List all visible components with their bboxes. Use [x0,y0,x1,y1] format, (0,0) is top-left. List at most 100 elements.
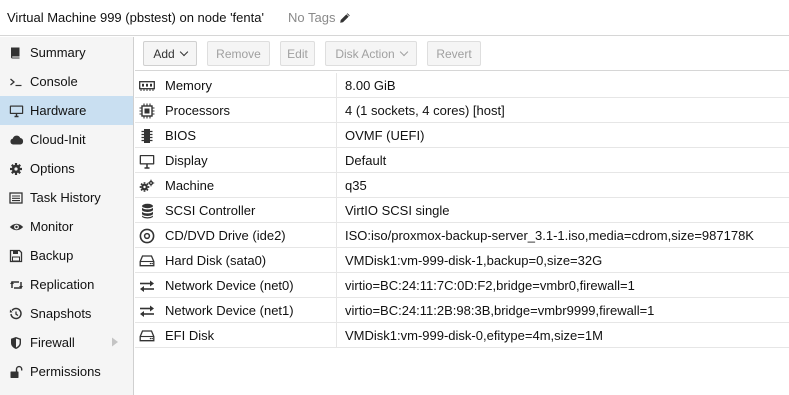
history-icon [8,306,24,322]
sidebar-item-snapshots[interactable]: Snapshots [0,299,133,328]
gear-icon [8,161,24,177]
sidebar-item-label: Permissions [30,364,101,379]
tags-editor[interactable]: No Tags [288,10,351,25]
eye-icon [8,219,24,235]
table-row[interactable]: Network Device (net1) virtio=BC:24:11:2B… [135,298,789,323]
column-divider [336,173,337,198]
hardware-value: 8.00 GiB [345,78,396,93]
column-divider [336,273,337,298]
hardware-name: Network Device (net1) [165,303,294,318]
desktop-icon [139,153,155,169]
hardware-name: Memory [165,78,212,93]
exchange-icon [139,303,155,319]
revert-button[interactable]: Revert [427,41,481,66]
sidebar-item-hardware[interactable]: Hardware [0,96,133,125]
sidebar-item-console[interactable]: Console [0,67,133,96]
hardware-panel: Add Remove Edit Disk Action Revert Memor… [135,37,789,395]
table-row[interactable]: Network Device (net0) virtio=BC:24:11:7C… [135,273,789,298]
panel-header: Virtual Machine 999 (pbstest) on node 'f… [0,0,789,36]
sidebar-item-label: Monitor [30,219,74,234]
chevron-down-icon [399,47,408,57]
disk-action-button[interactable]: Disk Action [325,41,417,66]
cloud-icon [8,132,24,148]
sidebar-item-label: Console [30,74,78,89]
list-icon [8,190,24,206]
hdd-icon [139,253,155,269]
hardware-value: VirtIO SCSI single [345,203,450,218]
sidebar-item-options[interactable]: Options [0,154,133,183]
hardware-name: BIOS [165,128,197,143]
database-icon [139,203,155,219]
sidebar-item-label: Firewall [30,335,75,350]
hardware-value: Default [345,153,387,168]
column-divider [336,98,337,123]
sidebar-item-label: Cloud-Init [30,132,86,147]
column-divider [336,298,337,323]
table-row[interactable]: Memory 8.00 GiB [135,73,789,98]
edit-button-label: Edit [287,46,308,61]
sidebar-item-label: Hardware [30,103,87,118]
column-divider [336,323,337,348]
revert-button-label: Revert [436,46,472,61]
hardware-name: Display [165,153,208,168]
remove-button-label: Remove [216,46,261,61]
sidebar-item-label: Backup [30,248,74,263]
table-row[interactable]: Display Default [135,148,789,173]
chevron-down-icon [179,47,188,57]
sidebar-item-label: Options [30,161,75,176]
hdd-icon [139,328,155,344]
table-row[interactable]: SCSI Controller VirtIO SCSI single [135,198,789,223]
column-divider [336,148,337,173]
tags-label: No Tags [288,10,336,25]
sidebar-item-label: Snapshots [30,306,92,321]
sidebar-item-cloud-init[interactable]: Cloud-Init [0,125,133,154]
hardware-name: Machine [165,178,215,193]
exchange-icon [139,278,155,294]
hardware-value: VMDisk1:vm-999-disk-0,efitype=4m,size=1M [345,328,603,343]
hardware-name: Network Device (net0) [165,278,294,293]
page-title: Virtual Machine 999 (pbstest) on node 'f… [7,10,264,25]
cpu-icon [139,103,155,119]
column-divider [336,223,337,248]
sidebar-item-backup[interactable]: Backup [0,241,133,270]
sidebar-item-monitor[interactable]: Monitor [0,212,133,241]
hardware-value: OVMF (UEFI) [345,128,425,143]
sidebar-item-task-history[interactable]: Task History [0,183,133,212]
pencil-icon[interactable] [339,12,351,24]
remove-button[interactable]: Remove [207,41,270,66]
table-row[interactable]: Machine q35 [135,173,789,198]
sidebar-item-replication[interactable]: Replication [0,270,133,299]
hardware-name: Hard Disk (sata0) [165,253,267,268]
column-divider [336,198,337,223]
cdrom-icon [139,228,155,244]
monitor-icon [8,103,24,119]
unlock-icon [8,364,24,380]
sidebar-item-label: Summary [30,45,86,60]
add-button[interactable]: Add [143,41,197,66]
hardware-value: VMDisk1:vm-999-disk-1,backup=0,size=32G [345,253,603,268]
hardware-value: virtio=BC:24:11:7C:0D:F2,bridge=vmbr0,fi… [345,278,635,293]
table-row[interactable]: CD/DVD Drive (ide2) ISO:iso/proxmox-back… [135,223,789,248]
column-divider [336,73,337,98]
table-row[interactable]: EFI Disk VMDisk1:vm-999-disk-0,efitype=4… [135,323,789,348]
sidebar-item-firewall[interactable]: Firewall [0,328,133,357]
column-divider [336,123,337,148]
table-row[interactable]: Processors 4 (1 sockets, 4 cores) [host] [135,98,789,123]
vm-nav-sidebar: Summary Console Hardware Cloud-Init Opti… [0,37,134,395]
edit-button[interactable]: Edit [280,41,315,66]
table-row[interactable]: BIOS OVMF (UEFI) [135,123,789,148]
hardware-name: Processors [165,103,231,118]
sidebar-item-summary[interactable]: Summary [0,38,133,67]
hardware-name: CD/DVD Drive (ide2) [165,228,286,243]
memory-icon [139,78,155,94]
sidebar-item-label: Task History [30,190,101,205]
floppy-icon [8,248,24,264]
terminal-icon [8,74,24,90]
expand-arrow-icon[interactable] [111,337,119,347]
hardware-name: EFI Disk [165,328,215,343]
sidebar-item-permissions[interactable]: Permissions [0,357,133,386]
add-button-label: Add [153,46,175,61]
hardware-value: virtio=BC:24:11:2B:98:3B,bridge=vmbr9999… [345,303,655,318]
book-icon [8,45,24,61]
table-row[interactable]: Hard Disk (sata0) VMDisk1:vm-999-disk-1,… [135,248,789,273]
